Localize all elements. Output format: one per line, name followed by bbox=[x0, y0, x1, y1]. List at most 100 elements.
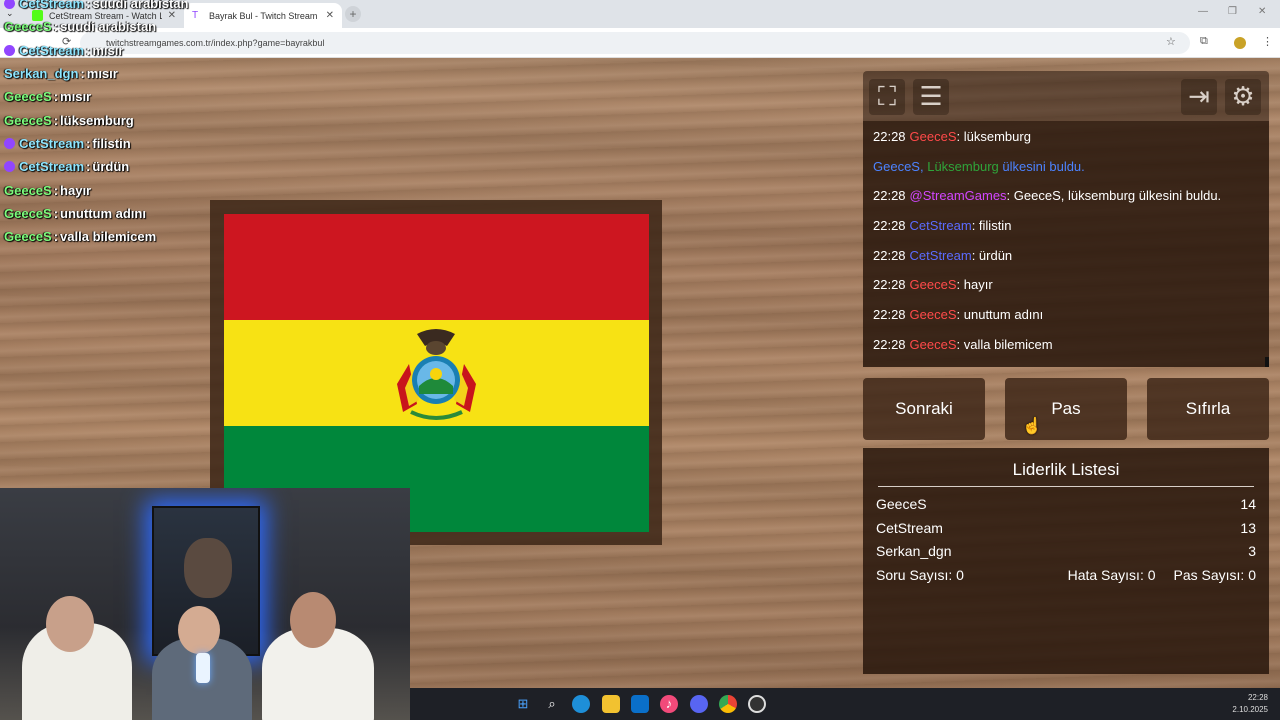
extensions-icon[interactable]: ⧉ bbox=[1200, 35, 1208, 48]
player-score: 13 bbox=[1240, 519, 1256, 536]
leaderboard-row: GeeceS 14 bbox=[876, 493, 1256, 517]
game-panel: ⛶ ☰ ⇥ ⚙ 22:28 GeeceS: lüksemburg GeeceS, L… bbox=[863, 71, 1269, 367]
system-clock: 22:28 2.10.2025 bbox=[1232, 692, 1268, 716]
overlay-chat-user: GeeceS bbox=[4, 89, 52, 105]
next-button[interactable]: Sonraki bbox=[863, 378, 985, 440]
overlay-chat-message: lüksemburg bbox=[60, 112, 134, 128]
overlay-chat-user: CetStream bbox=[19, 0, 85, 12]
subscriber-badge-icon bbox=[4, 161, 15, 173]
separator: : bbox=[86, 135, 91, 151]
settings-icon[interactable]: ⚙ bbox=[1225, 79, 1261, 115]
player-name: Serkan_dgn bbox=[876, 543, 952, 559]
overlay-chat-line: GeeceS : hayır bbox=[4, 178, 264, 201]
overlay-chat-message: mısır bbox=[86, 66, 118, 82]
chat-username: GeeceS bbox=[909, 277, 957, 293]
system-user: GeeceS, bbox=[873, 158, 924, 174]
player-score: 14 bbox=[1240, 496, 1256, 512]
game-toolbar: ⛶ ☰ ⇥ ⚙ bbox=[863, 71, 1269, 121]
separator: : bbox=[80, 66, 85, 82]
discord-icon[interactable] bbox=[690, 695, 708, 713]
windows-start-icon[interactable]: ⊞ bbox=[514, 695, 532, 713]
overlay-chat-user: CetStream bbox=[19, 135, 85, 151]
chat-timestamp: 22:28 bbox=[873, 188, 906, 204]
game-chat-line: 22:28 CetStream: ürdün bbox=[873, 248, 1259, 278]
overlay-chat-message: valla bilemicem bbox=[60, 229, 157, 245]
leaderboard-title: Liderlik Listesi bbox=[878, 460, 1254, 487]
separator: : bbox=[53, 229, 59, 245]
close-window-icon[interactable]: ✕ bbox=[1258, 6, 1266, 17]
pass-count: Pas Sayısı: 0 bbox=[1173, 566, 1256, 583]
overlay-chat-message: suudi arabistan bbox=[92, 0, 189, 12]
reset-button[interactable]: Sıfırla bbox=[1147, 378, 1269, 440]
subscriber-badge-icon bbox=[4, 44, 15, 56]
overlay-chat-line: Serkan_dgn : mısır bbox=[4, 62, 264, 85]
outlook-icon[interactable] bbox=[631, 695, 649, 713]
flag-image bbox=[224, 214, 649, 532]
overlay-chat-user: GeeceS bbox=[4, 112, 52, 128]
overlay-chat-message: hayır bbox=[60, 182, 92, 198]
chat-message: : unuttum adını bbox=[956, 307, 1044, 323]
overlay-chat-line: GeeceS : lüksemburg bbox=[4, 108, 264, 131]
question-count: Soru Sayısı: 0 bbox=[876, 566, 964, 583]
leaderboard-row: CetStream 13 bbox=[876, 517, 1256, 541]
fullscreen-icon[interactable]: ⛶ bbox=[869, 79, 905, 115]
overlay-chat-line: CetStream : filistin bbox=[4, 132, 264, 155]
exit-icon[interactable]: ⇥ bbox=[1181, 79, 1217, 115]
separator: : bbox=[86, 0, 91, 12]
overlay-chat-message: suudi arabistan bbox=[60, 19, 157, 35]
chat-message: : lüksemburg bbox=[956, 129, 1031, 144]
file-explorer-icon[interactable] bbox=[602, 695, 620, 713]
player-name: GeeceS bbox=[876, 496, 927, 512]
overlay-chat-message: mısır bbox=[60, 89, 92, 105]
notes-icon[interactable]: ☰ bbox=[913, 79, 949, 115]
bookmark-star-icon[interactable]: ☆ bbox=[1166, 35, 1176, 48]
chrome-icon[interactable] bbox=[719, 695, 737, 713]
profile-avatar[interactable] bbox=[1234, 37, 1246, 49]
chat-timestamp: 22:28 bbox=[873, 129, 906, 144]
overlay-chat-message: unuttum adını bbox=[60, 205, 146, 221]
search-icon[interactable]: ⌕ bbox=[543, 695, 561, 713]
overlay-chat-user: Serkan_dgn bbox=[4, 66, 79, 82]
chat-timestamp: 22:28 bbox=[873, 307, 906, 323]
overlay-chat-user: GeeceS bbox=[4, 182, 52, 198]
game-chat-line: 22:28 @StreamGames: GeeceS, lüksemburg ül… bbox=[873, 188, 1259, 218]
flag-stripe-red bbox=[224, 214, 649, 320]
overlay-chat-message: ürdün bbox=[92, 159, 130, 175]
obs-icon[interactable] bbox=[748, 695, 766, 713]
edge-icon[interactable] bbox=[572, 695, 590, 713]
chat-message: : ürdün bbox=[971, 247, 1013, 263]
game-chat-line: 22:28 GeeceS: hayır bbox=[873, 277, 1259, 307]
microphone bbox=[196, 653, 210, 683]
overlay-chat-line: GeeceS : suudi arabistan bbox=[4, 15, 264, 38]
music-icon[interactable]: ♪ bbox=[660, 695, 678, 713]
leaderboard-row: Serkan_dgn 3 bbox=[876, 540, 1256, 564]
clock-date: 2.10.2025 bbox=[1232, 705, 1268, 714]
minimize-icon[interactable]: — bbox=[1198, 6, 1208, 17]
overlay-chat-user: GeeceS bbox=[4, 229, 52, 245]
system-country: Lüksemburg bbox=[927, 158, 999, 174]
chat-username: GeeceS bbox=[909, 129, 957, 144]
close-tab-icon[interactable]: ✕ bbox=[326, 10, 334, 21]
chat-timestamp: 22:28 bbox=[873, 336, 906, 352]
menu-dots-icon[interactable]: ⋮ bbox=[1262, 35, 1273, 48]
overlay-chat-user: CetStream bbox=[19, 42, 85, 58]
subscriber-badge-icon bbox=[4, 137, 15, 149]
webcam-feed bbox=[0, 488, 410, 720]
chat-username: CetStream bbox=[909, 247, 972, 263]
overlay-chat-line: CetStream : suudi arabistan bbox=[4, 0, 264, 15]
player-score: 3 bbox=[1248, 543, 1256, 559]
separator: : bbox=[53, 112, 59, 128]
player-name: CetStream bbox=[876, 519, 943, 536]
separator: : bbox=[53, 89, 59, 105]
restore-icon[interactable]: ❐ bbox=[1228, 6, 1237, 17]
overlay-chat-line: GeeceS : mısır bbox=[4, 85, 264, 108]
system-suffix: ülkesini buldu. bbox=[1002, 158, 1085, 174]
leaderboard: Liderlik Listesi GeeceS 14 CetStream 13 … bbox=[863, 448, 1269, 674]
overlay-chat-line: CetStream : mısır bbox=[4, 39, 264, 62]
clock-time: 22:28 bbox=[1247, 693, 1268, 702]
overlay-chat-user: CetStream bbox=[19, 159, 85, 175]
windows-taskbar: ⊞ ⌕ ♪ 22:28 2.10.2025 bbox=[410, 688, 1280, 720]
new-tab-button[interactable]: + bbox=[345, 6, 361, 22]
separator: : bbox=[53, 182, 59, 198]
chat-scrollbar[interactable] bbox=[1265, 357, 1269, 367]
